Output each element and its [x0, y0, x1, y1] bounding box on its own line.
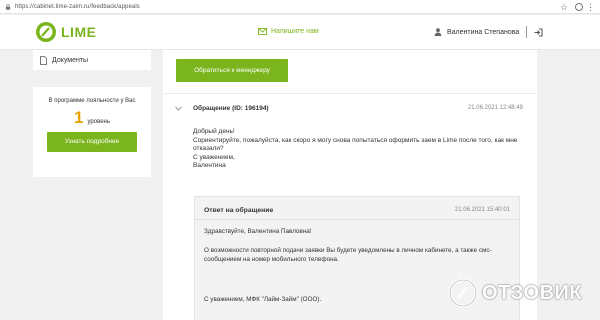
logo[interactable]: LIME — [35, 21, 96, 43]
divider — [163, 93, 537, 94]
sidebar-item-label: Документы — [52, 56, 89, 64]
reply-divider — [195, 219, 519, 220]
logout-icon[interactable] — [534, 28, 543, 37]
mail-icon — [258, 28, 267, 35]
watermark-text: ОТЗОВИК — [482, 281, 583, 304]
message-line: Добрый день! — [193, 128, 235, 135]
lock-icon — [5, 3, 11, 10]
sidebar-item-documents[interactable]: Документы — [33, 50, 151, 70]
loyalty-level-number: 1 — [74, 108, 84, 127]
learn-more-button[interactable]: Узнать подробнее — [47, 132, 137, 152]
reply-title: Ответ на обращение — [204, 207, 274, 214]
chevron-down-icon[interactable] — [175, 106, 182, 111]
header-divider — [526, 26, 527, 38]
appeal-title-prefix: Обращение — [193, 105, 231, 112]
appeal-message: Добрый день! Сориентируйте, пожалуйста, … — [193, 128, 523, 171]
loyalty-text: В программе лояльности у Вас — [48, 98, 136, 104]
reply-greeting: Здравствуйте, Валентина Павловна! — [204, 228, 312, 235]
appeal-header[interactable]: Обращение (ID: 196194) 21.06.2021 12:48:… — [175, 105, 525, 115]
lime-logo-icon — [36, 22, 56, 42]
reply-body: О возможности повторной подачи заявки Вы… — [204, 247, 492, 263]
menu-icon[interactable]: ⋮ — [586, 0, 595, 14]
loyalty-level: 1 уровень — [33, 108, 151, 128]
loyalty-level-unit: уровень — [87, 119, 110, 125]
appeal-id: (ID: 196194) — [232, 105, 269, 112]
extension-icon[interactable] — [575, 3, 583, 11]
document-icon — [40, 55, 47, 65]
reply-signature: С уважением, МФК "Лайм-Займ" (ООО). — [204, 296, 322, 303]
watermark-logo-icon — [448, 278, 478, 308]
watermark: ОТЗОВИК — [448, 278, 582, 308]
user-icon — [434, 28, 442, 36]
star-icon[interactable]: ☆ — [560, 2, 568, 12]
message-line: Валентина — [193, 162, 226, 170]
appeal-title: Обращение (ID: 196194) — [193, 105, 269, 112]
write-us-label: Напишите нам — [271, 28, 319, 35]
url-text[interactable]: https://cabinet.lime-zaim.ru/feedback/ap… — [15, 4, 140, 10]
site-header: LIME Напишите нам Валентина Степанова — [0, 15, 600, 50]
browser-address-bar[interactable]: https://cabinet.lime-zaim.ru/feedback/ap… — [0, 0, 600, 14]
appeal-datetime: 21.06.2021 12:48:49 — [467, 105, 523, 111]
contact-manager-button[interactable]: Обратиться к менеджеру — [176, 59, 288, 82]
message-line: Сориентируйте, пожалуйста, как скоро я м… — [193, 136, 518, 153]
loyalty-card: В программе лояльности у Вас 1 уровень У… — [33, 87, 151, 177]
reply-datetime: 21.06.2021 15:40:01 — [454, 207, 510, 213]
message-line: С уважением, — [193, 153, 235, 161]
user-menu[interactable]: Валентина Степанова — [434, 28, 519, 36]
logo-text: LIME — [61, 24, 97, 40]
user-name: Валентина Степанова — [447, 28, 520, 36]
write-us-link[interactable]: Напишите нам — [258, 28, 319, 35]
